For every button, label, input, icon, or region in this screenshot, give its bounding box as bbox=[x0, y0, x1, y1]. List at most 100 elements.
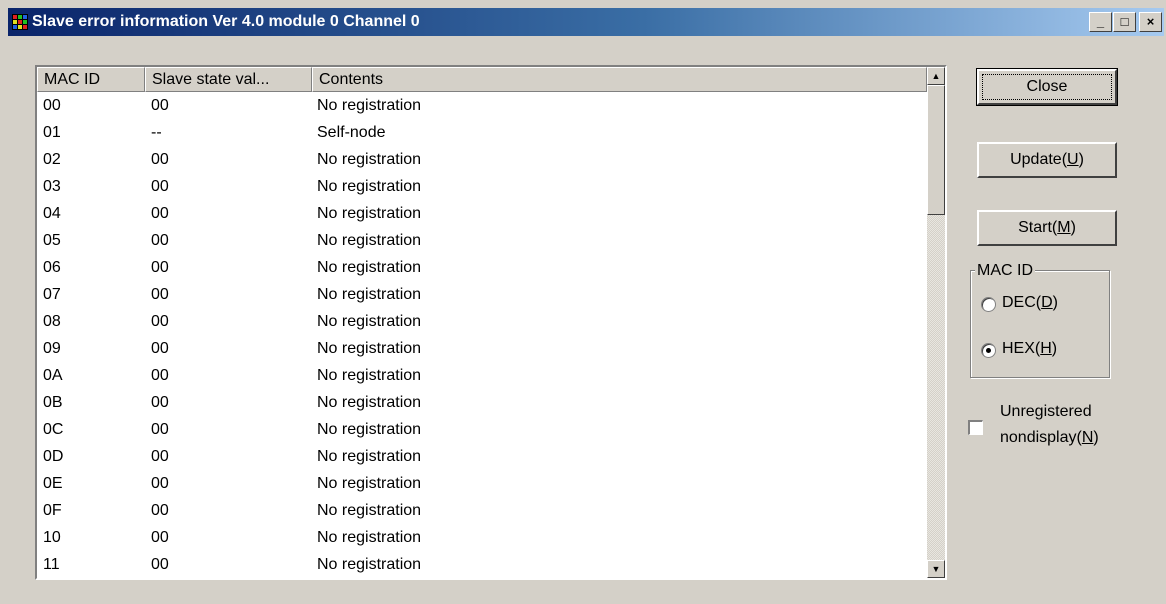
table-row[interactable]: 0F 00 No registration bbox=[37, 497, 927, 524]
cell-mac-id: 0B bbox=[43, 394, 63, 411]
close-button[interactable]: Close bbox=[976, 68, 1118, 106]
cell-mac-id: 04 bbox=[43, 205, 61, 222]
cell-contents: No registration bbox=[317, 502, 422, 519]
start-accel: M bbox=[1057, 219, 1071, 236]
cell-contents: No registration bbox=[317, 367, 422, 384]
cell-contents: No registration bbox=[317, 448, 422, 465]
table-row[interactable]: 02 00 No registration bbox=[37, 146, 927, 173]
cell-mac-id: 03 bbox=[43, 178, 61, 195]
nondisplay-text: nondisplay( bbox=[1000, 429, 1082, 446]
cell-mac-id: 0C bbox=[43, 421, 64, 438]
table-row[interactable]: 0B 00 No registration bbox=[37, 389, 927, 416]
cell-contents: No registration bbox=[317, 178, 422, 195]
table-row[interactable]: 06 00 No registration bbox=[37, 254, 927, 281]
cell-mac-id: 11 bbox=[43, 556, 60, 573]
table-row[interactable]: 07 00 No registration bbox=[37, 281, 927, 308]
cell-slave-state: 00 bbox=[151, 448, 169, 465]
cell-slave-state: 00 bbox=[151, 178, 169, 195]
cell-mac-id: 0D bbox=[43, 448, 64, 465]
title-bar[interactable]: Slave error information Ver 4.0 module 0… bbox=[8, 8, 1164, 36]
cell-contents: No registration bbox=[317, 259, 422, 276]
cell-contents: No registration bbox=[317, 421, 422, 438]
cell-mac-id: 08 bbox=[43, 313, 61, 330]
cell-contents: No registration bbox=[317, 205, 422, 222]
unregistered-nondisplay-checkbox[interactable] bbox=[968, 420, 983, 435]
maximize-button[interactable]: □ bbox=[1113, 12, 1136, 32]
hex-radio-dot bbox=[986, 348, 991, 353]
mac-id-group-label: MAC ID bbox=[975, 262, 1035, 280]
mac-id-groupbox bbox=[970, 270, 1110, 378]
start-button[interactable]: Start(M) bbox=[977, 210, 1117, 246]
table-row[interactable]: 0D 00 No registration bbox=[37, 443, 927, 470]
update-button[interactable]: Update(U) bbox=[977, 142, 1117, 178]
dec-text: DEC( bbox=[1002, 294, 1042, 311]
cell-slave-state: 00 bbox=[151, 313, 169, 330]
slave-list[interactable]: MAC ID Slave state val... Contents 00 00 N… bbox=[35, 65, 947, 580]
update-label: Update( bbox=[1010, 151, 1068, 168]
scroll-down-arrow-icon[interactable]: ▼ bbox=[927, 560, 945, 578]
cell-slave-state: 00 bbox=[151, 97, 169, 114]
dec-text-end: ) bbox=[1052, 294, 1058, 311]
cell-slave-state: 00 bbox=[151, 421, 169, 438]
cell-contents: No registration bbox=[317, 286, 422, 303]
cell-slave-state: -- bbox=[151, 124, 162, 141]
column-header-slave-state[interactable]: Slave state val... bbox=[145, 67, 312, 92]
table-row[interactable]: 05 00 No registration bbox=[37, 227, 927, 254]
table-row[interactable]: 04 00 No registration bbox=[37, 200, 927, 227]
nondisplay-text-end: ) bbox=[1093, 429, 1099, 446]
table-row[interactable]: 09 00 No registration bbox=[37, 335, 927, 362]
cell-slave-state: 00 bbox=[151, 232, 169, 249]
start-label: Start( bbox=[1018, 219, 1058, 236]
cell-contents: No registration bbox=[317, 529, 422, 546]
hex-text-end: ) bbox=[1051, 340, 1058, 357]
table-row[interactable]: 03 00 No registration bbox=[37, 173, 927, 200]
table-row[interactable]: 0C 00 No registration bbox=[37, 416, 927, 443]
unregistered-label-line2[interactable]: nondisplay(N) bbox=[1000, 429, 1099, 447]
table-row[interactable]: 11 00 No registration bbox=[37, 551, 927, 578]
slave-error-window: Slave error information Ver 4.0 module 0… bbox=[0, 0, 1166, 604]
hex-text: HEX( bbox=[1002, 340, 1041, 357]
cell-contents: No registration bbox=[317, 313, 422, 330]
scroll-thumb[interactable] bbox=[927, 85, 945, 215]
cell-slave-state: 00 bbox=[151, 475, 169, 492]
cell-slave-state: 00 bbox=[151, 556, 169, 573]
minimize-button[interactable]: _ bbox=[1089, 12, 1112, 32]
hex-accel: H bbox=[1040, 340, 1052, 357]
table-row[interactable]: 01 -- Self-node bbox=[37, 119, 927, 146]
hex-radio[interactable] bbox=[981, 343, 996, 358]
column-header-mac-id[interactable]: MAC ID bbox=[37, 67, 145, 92]
start-label-end: ) bbox=[1070, 219, 1076, 236]
table-row[interactable]: 0A 00 No registration bbox=[37, 362, 927, 389]
focus-rect bbox=[982, 74, 1112, 100]
cell-mac-id: 0E bbox=[43, 475, 63, 492]
cell-slave-state: 00 bbox=[151, 529, 169, 546]
table-row[interactable]: 10 00 No registration bbox=[37, 524, 927, 551]
cell-contents: No registration bbox=[317, 232, 422, 249]
cell-contents: No registration bbox=[317, 97, 422, 114]
cell-mac-id: 00 bbox=[43, 97, 61, 114]
scroll-up-arrow-icon[interactable]: ▲ bbox=[927, 67, 945, 85]
cell-mac-id: 0A bbox=[43, 367, 63, 384]
column-header-contents[interactable]: Contents bbox=[312, 67, 927, 92]
vertical-scrollbar[interactable]: ▲ ▼ bbox=[927, 67, 945, 578]
cell-mac-id: 05 bbox=[43, 232, 61, 249]
cell-slave-state: 00 bbox=[151, 286, 169, 303]
window-title: Slave error information Ver 4.0 module 0… bbox=[32, 13, 420, 30]
table-row[interactable]: 08 00 No registration bbox=[37, 308, 927, 335]
cell-slave-state: 00 bbox=[151, 340, 169, 357]
unregistered-label-line1[interactable]: Unregistered bbox=[1000, 403, 1092, 421]
cell-mac-id: 10 bbox=[43, 529, 61, 546]
list-rows: 00 00 No registration 01 -- Self-node 02 00 No r… bbox=[37, 92, 927, 578]
update-label-end: ) bbox=[1078, 151, 1084, 168]
dec-radio[interactable] bbox=[981, 297, 996, 312]
cell-slave-state: 00 bbox=[151, 394, 169, 411]
dec-radio-label[interactable]: DEC(D) bbox=[1002, 294, 1058, 312]
cell-slave-state: 00 bbox=[151, 205, 169, 222]
hex-radio-label[interactable]: HEX(H) bbox=[1002, 340, 1057, 358]
dec-accel: D bbox=[1041, 294, 1053, 311]
table-row[interactable]: 00 00 No registration bbox=[37, 92, 927, 119]
close-window-button[interactable]: × bbox=[1139, 12, 1162, 32]
cell-mac-id: 01 bbox=[43, 124, 61, 141]
table-row[interactable]: 0E 00 No registration bbox=[37, 470, 927, 497]
cell-contents: No registration bbox=[317, 475, 422, 492]
